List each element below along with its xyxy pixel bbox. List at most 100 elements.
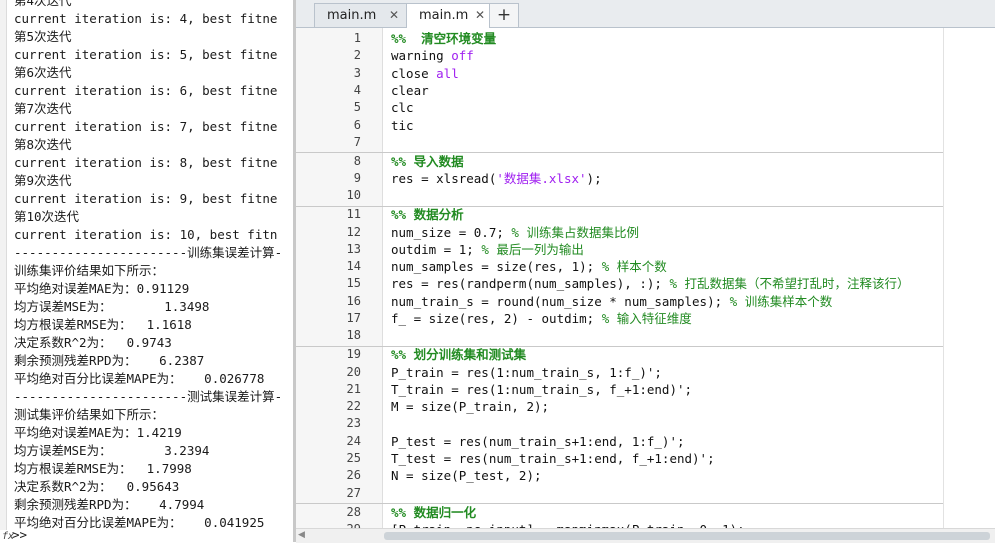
code-line[interactable]: 17 f_ = size(res, 2) - outdim; % 输入特征维度 — [296, 310, 995, 327]
line-number: 25 — [346, 451, 361, 465]
code-line[interactable]: 9 res = xlsread('数据集.xlsx'); — [296, 170, 995, 187]
console-line: 决定系数R^2为： 0.9743 — [14, 335, 172, 350]
code-line[interactable]: 21 T_train = res(1:num_train_s, f_+1:end)… — [296, 381, 995, 398]
tab-main-m-2[interactable]: main.m ✕ — [406, 3, 494, 28]
code-line[interactable]: 7 — [296, 134, 995, 151]
code-line[interactable]: 8 %% 导入数据 — [296, 153, 995, 170]
code-token: warning — [391, 48, 452, 64]
code-text: %% 数据归一化 — [391, 504, 476, 521]
code-line[interactable]: 18 — [296, 327, 995, 344]
console-line: 第9次迭代 — [14, 173, 72, 188]
line-number: 2 — [353, 48, 361, 63]
console-line: 第8次迭代 — [14, 137, 72, 152]
code-line[interactable]: 22 M = size(P_train, 2); — [296, 398, 995, 415]
code-comment: % 打乱数据集（不希望打乱时，注释该行） — [669, 276, 910, 292]
scroll-left-icon[interactable]: ◀ — [298, 530, 305, 540]
code-token: M = size(P_train, 2); — [391, 399, 550, 415]
code-line[interactable]: 26 N = size(P_test, 2); — [296, 467, 995, 484]
code-line[interactable]: 24 P_test = res(num_train_s+1:end, 1:f_)'… — [296, 433, 995, 450]
line-number: 28 — [346, 504, 361, 519]
code-line[interactable]: 3 close all — [296, 65, 995, 82]
console-line: 平均绝对百分比误差MAPE为： 0.026778 — [14, 371, 265, 386]
code-line[interactable]: 12 num_size = 0.7; % 训练集占数据集比例 — [296, 224, 995, 241]
code-line[interactable]: 28 %% 数据归一化 — [296, 504, 995, 521]
code-token: outdim = 1; — [391, 241, 482, 257]
code-string: off — [451, 48, 474, 64]
code-text: tic — [391, 117, 414, 134]
code-line[interactable]: 15 res = res(randperm(num_samples), :); %… — [296, 275, 995, 292]
line-number: 1 — [353, 31, 361, 45]
code-line[interactable]: 25 T_test = res(num_train_s+1:end, f_+1:e… — [296, 450, 995, 467]
console-line: -----------------------测试集误差计算- — [14, 389, 283, 404]
code-area[interactable]: 1 %% 清空环境变量 2 warning off 3 close all 4 clear 5 c… — [296, 28, 995, 528]
code-line[interactable]: 6 tic — [296, 117, 995, 134]
line-number: 12 — [346, 224, 361, 239]
line-number: 10 — [346, 188, 361, 203]
tab-label: main.m — [419, 8, 469, 23]
code-line[interactable]: 29 [P_train, ps_input] = mapminmax(P_trai… — [296, 521, 995, 528]
close-icon[interactable]: ✕ — [389, 4, 399, 27]
code-line[interactable]: 5 clc — [296, 99, 995, 116]
code-line[interactable]: 20 P_train = res(1:num_train_s, 1:f_)'; — [296, 364, 995, 381]
code-text: %% 划分训练集和测试集 — [391, 346, 526, 363]
code-line[interactable]: 23 — [296, 415, 995, 432]
line-number: 4 — [353, 82, 361, 97]
code-line[interactable]: 16 num_train_s = round(num_size * num_sam… — [296, 293, 995, 310]
line-number: 18 — [346, 328, 361, 343]
horizontal-scrollbar[interactable]: ◀ — [296, 528, 995, 543]
line-number: 16 — [346, 293, 361, 308]
code-text: N = size(P_test, 2); — [391, 467, 542, 484]
code-text: res = res(randperm(num_samples), :); % 打… — [391, 275, 910, 292]
code-line[interactable]: 27 — [296, 485, 995, 502]
console-line: current iteration is: 7, best fitne — [14, 119, 278, 134]
code-line[interactable]: 10 — [296, 187, 995, 204]
code-text: P_test = res(num_train_s+1:end, 1:f_)'; — [391, 433, 685, 450]
code-text: T_test = res(num_train_s+1:end, f_+1:end… — [391, 450, 715, 467]
code-text: clear — [391, 82, 429, 99]
code-line[interactable]: 13 outdim = 1; % 最后一列为输出 — [296, 241, 995, 258]
console-line: 剩余预测残差RPD为： 4.7994 — [14, 497, 205, 512]
code-token: T_test = res(num_train_s+1:end, f_+1:end… — [391, 451, 715, 466]
console-line: 决定系数R^2为： 0.95643 — [14, 479, 180, 494]
line-number: 22 — [346, 399, 361, 414]
close-icon[interactable]: ✕ — [475, 4, 485, 27]
code-text: %% 清空环境变量 — [391, 30, 496, 47]
console-line: 第7次迭代 — [14, 101, 72, 116]
code-text: M = size(P_train, 2); — [391, 398, 549, 415]
code-token: P_test = res(num_train_s+1:end, 1:f_)'; — [391, 433, 685, 449]
console-line: 均方误差MSE为： 1.3498 — [14, 299, 210, 314]
code-line[interactable]: 14 num_samples = size(res, 1); % 样本个数 — [296, 258, 995, 275]
code-text: T_train = res(1:num_train_s, f_+1:end)'; — [391, 381, 692, 398]
code-token: tic — [391, 117, 414, 133]
add-tab-button[interactable]: + — [489, 3, 519, 28]
console-line: 第4次迭代 — [14, 0, 72, 8]
code-comment: % 样本个数 — [601, 259, 667, 275]
code-line[interactable]: 11 %% 数据分析 — [296, 206, 995, 223]
code-token: f_ = size(res, 2) - outdim; — [391, 311, 602, 326]
code-text: [P_train, ps_input] = mapminmax(P_train,… — [391, 521, 745, 528]
scrollbar-thumb[interactable] — [384, 532, 990, 540]
line-number: 17 — [346, 311, 361, 325]
code-text: warning off — [391, 47, 474, 64]
line-number: 24 — [346, 433, 361, 448]
code-token: ); — [586, 171, 602, 186]
line-number: 27 — [346, 485, 361, 500]
code-text: %% 导入数据 — [391, 153, 464, 170]
line-number: 13 — [346, 241, 361, 256]
console-line: current iteration is: 5, best fitne — [14, 47, 278, 62]
command-prompt[interactable]: fx>> — [0, 528, 293, 543]
console-line: 第5次迭代 — [14, 29, 72, 44]
code-text: f_ = size(res, 2) - outdim; % 输入特征维度 — [391, 310, 692, 327]
code-line[interactable]: 1 %% 清空环境变量 — [296, 30, 995, 47]
code-token: T_train = res(1:num_train_s, f_+1:end)'; — [391, 381, 693, 397]
code-line[interactable]: 19 %% 划分训练集和测试集 — [296, 346, 995, 363]
line-number: 15 — [346, 276, 361, 291]
line-number: 23 — [346, 416, 361, 431]
tab-main-m-1[interactable]: main.m ✕ — [314, 3, 408, 27]
section-heading: %% 数据分析 — [391, 207, 464, 223]
code-text: %% 数据分析 — [391, 206, 464, 223]
code-line[interactable]: 4 clear — [296, 82, 995, 99]
command-window[interactable]: 第4次迭代 current iteration is: 4, best fitne… — [0, 0, 293, 542]
console-line: current iteration is: 8, best fitne — [14, 155, 278, 170]
code-line[interactable]: 2 warning off — [296, 47, 995, 64]
